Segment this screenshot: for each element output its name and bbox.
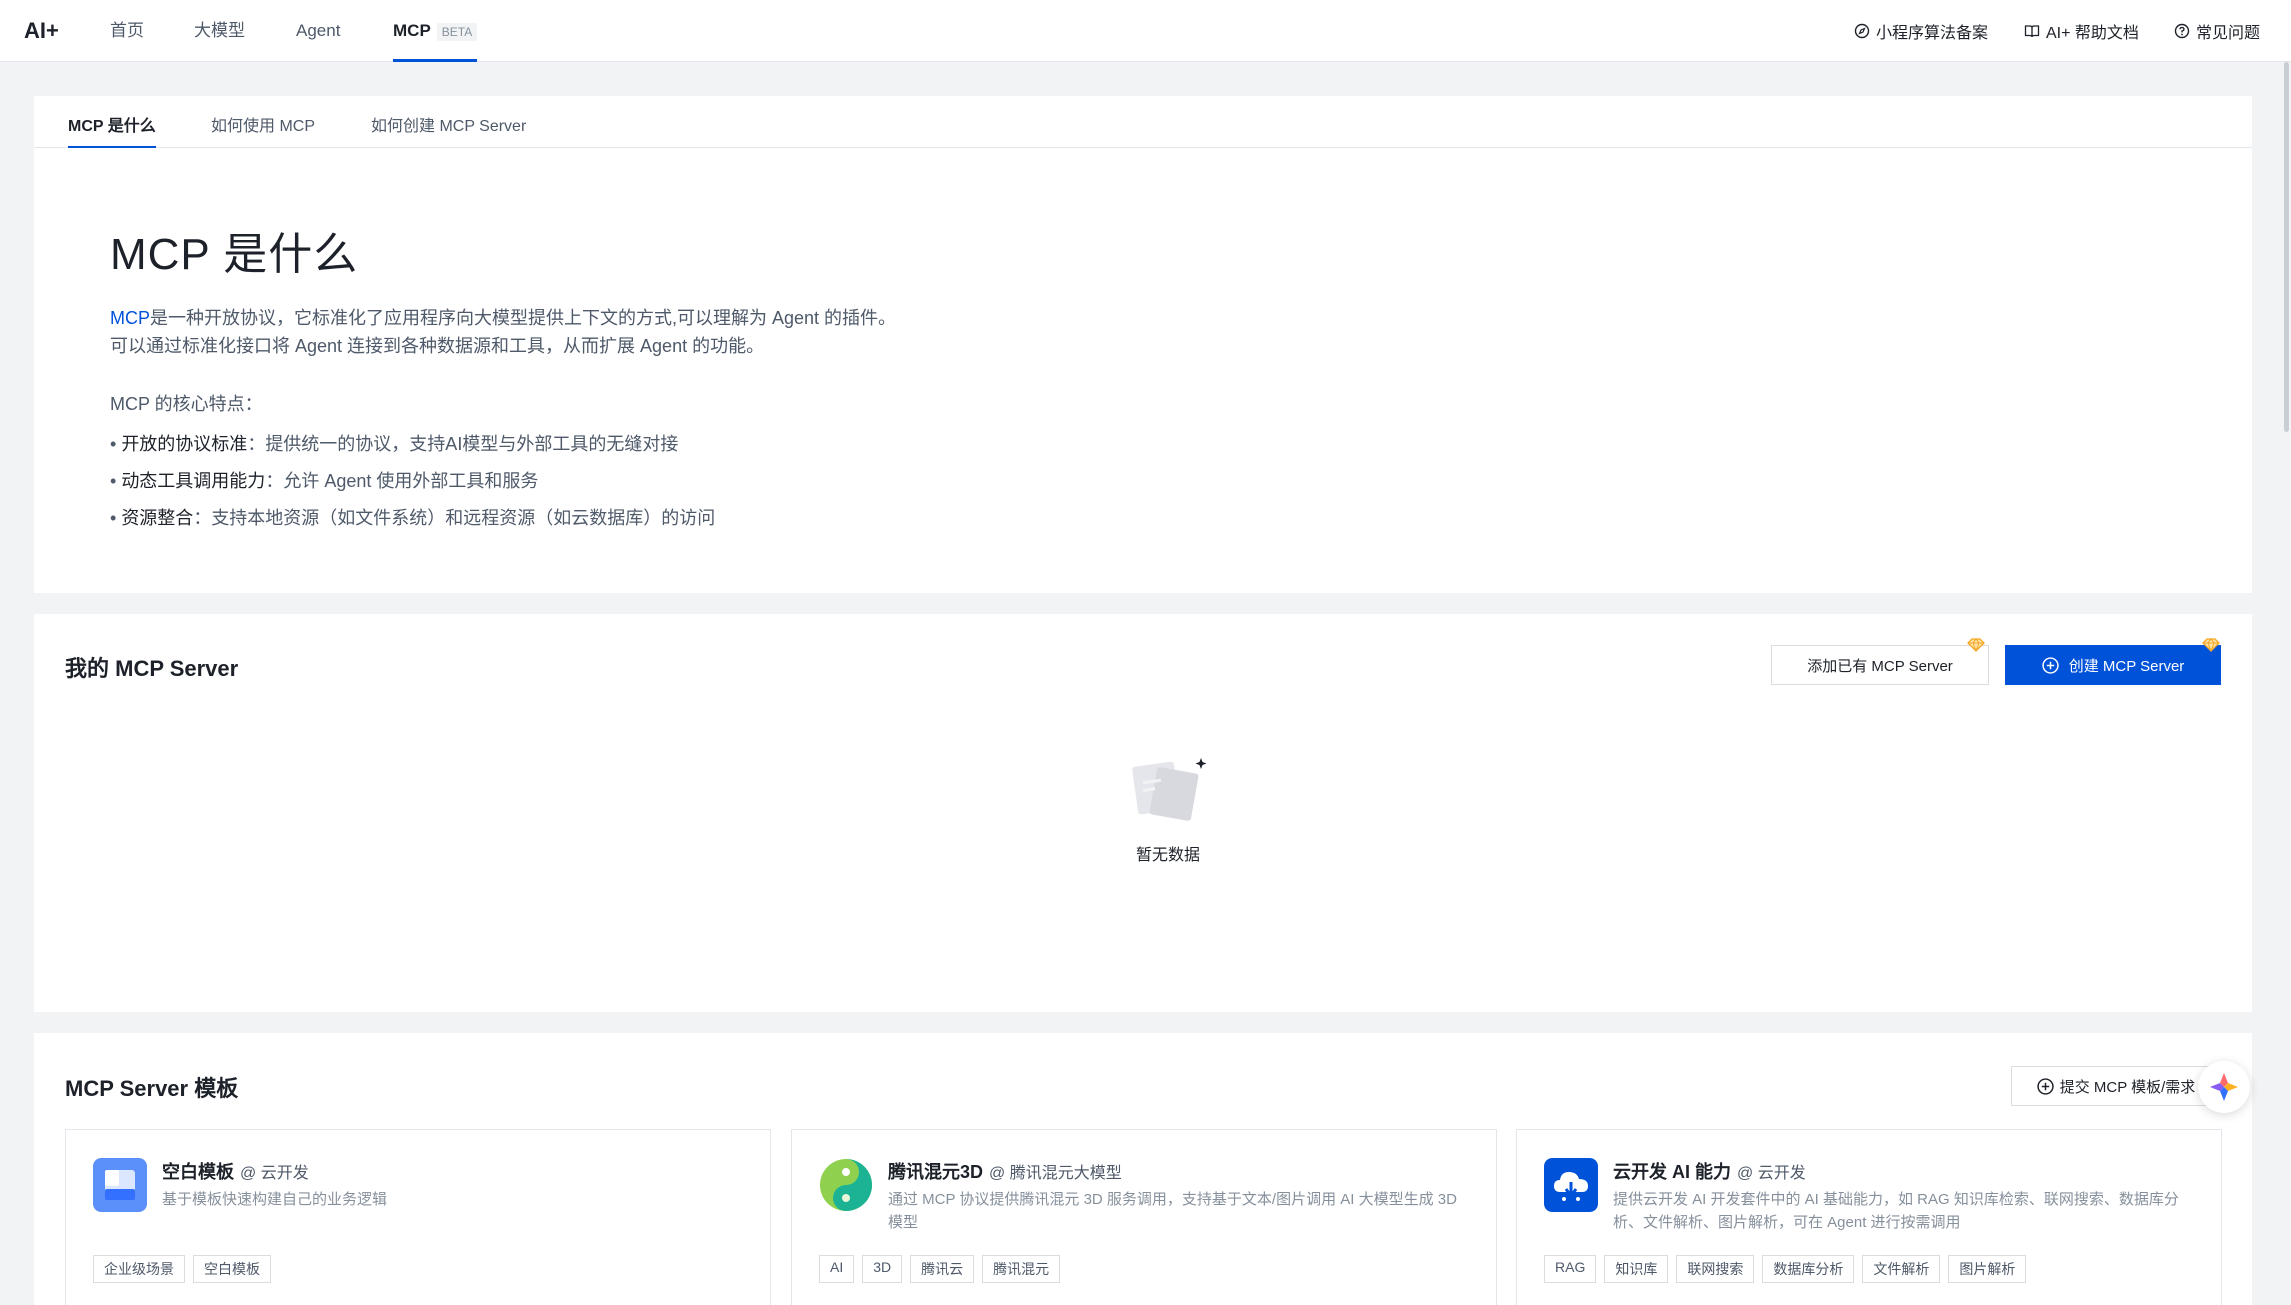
create-server-label: 创建 MCP Server: [2068, 657, 2185, 675]
nav-item-mcp-label: MCP: [393, 21, 431, 40]
nav-faq[interactable]: 常见问题: [2174, 0, 2260, 62]
logo[interactable]: AI+: [24, 18, 59, 44]
empty-docs-icon: [1132, 758, 1207, 821]
intro-card: MCP 是什么 如何使用 MCP 如何创建 MCP Server MCP 是什么…: [34, 96, 2252, 593]
feature-item: • 资源整合：支持本地资源（如文件系统）和远程资源（如云数据库）的访问: [110, 508, 716, 528]
mcp-link[interactable]: MCP: [110, 308, 150, 328]
tag: 图片解析: [1948, 1255, 2027, 1283]
tag: 腾讯云: [910, 1255, 975, 1283]
nav-algorithm-filing[interactable]: 小程序算法备案: [1854, 0, 1988, 62]
template-title: 云开发 AI 能力 @ 云开发: [1613, 1158, 1806, 1184]
nav-item-agent[interactable]: Agent: [296, 0, 340, 62]
intro-heading: MCP 是什么: [110, 230, 359, 279]
tab-how-to-use-mcp[interactable]: 如何使用 MCP: [211, 96, 315, 148]
tag: 数据库分析: [1762, 1255, 1855, 1283]
template-tags: 企业级场景 空白模板: [93, 1255, 271, 1283]
feature-name: 开放的协议标准: [121, 434, 248, 454]
compass-icon: [1854, 23, 1870, 39]
intro-line-2: 可以通过标准化接口将 Agent 连接到各种数据源和工具，从而扩展 Agent …: [110, 336, 765, 356]
template-owner: @ 腾讯混元大模型: [989, 1165, 1122, 1182]
tab-how-to-create-mcp-server[interactable]: 如何创建 MCP Server: [371, 96, 526, 148]
nav-item-models[interactable]: 大模型: [194, 0, 245, 62]
tag: RAG: [1544, 1255, 1597, 1283]
book-icon: [2024, 25, 2040, 38]
templates-card: MCP Server 模板 提交 MCP 模板/需求 空白模板 @ 云开发 基于模…: [34, 1033, 2252, 1305]
tag: 联网搜索: [1676, 1255, 1755, 1283]
beta-badge: BETA: [436, 23, 478, 41]
template-card-cloudbase-ai[interactable]: 云开发 AI 能力 @ 云开发 提供云开发 AI 开发套件中的 AI 基础能力，如…: [1516, 1129, 2222, 1305]
assistant-logo-icon: [2210, 1073, 2238, 1101]
plus-circle-icon: [2042, 656, 2059, 674]
intro-tabs: MCP 是什么 如何使用 MCP 如何创建 MCP Server: [34, 96, 2252, 148]
tag: 空白模板: [193, 1255, 271, 1283]
tag: 文件解析: [1862, 1255, 1941, 1283]
hunyuan-logo-icon: [820, 1159, 872, 1211]
empty-state: 暂无数据: [1088, 754, 1248, 865]
template-desc: 基于模板快速构建自己的业务逻辑: [162, 1191, 388, 1208]
assistant-float-button[interactable]: [2198, 1061, 2250, 1113]
nav-item-mcp[interactable]: MCP BETA: [393, 0, 478, 62]
template-owner: @ 云开发: [240, 1165, 309, 1182]
nav-help-docs[interactable]: AI+ 帮助文档: [2024, 0, 2139, 62]
features-title: MCP 的核心特点：: [110, 394, 263, 414]
create-server-button[interactable]: 创建 MCP Server: [2005, 645, 2221, 685]
template-desc: 通过 MCP 协议提供腾讯混元 3D 服务调用，支持基于文本/图片调用 AI 大…: [888, 1191, 1457, 1231]
template-name: 腾讯混元3D: [888, 1162, 984, 1182]
template-name: 云开发 AI 能力: [1613, 1162, 1732, 1182]
diamond-icon: [2202, 638, 2220, 652]
top-nav: AI+ 首页 大模型 Agent MCP BETA 小程序算法备案 AI+ 帮助文…: [0, 0, 2291, 62]
template-card-blank[interactable]: 空白模板 @ 云开发 基于模板快速构建自己的业务逻辑 企业级场景 空白模板: [65, 1129, 771, 1305]
template-name: 空白模板: [162, 1162, 234, 1182]
template-tags: RAG 知识库 联网搜索 数据库分析 文件解析 图片解析: [1544, 1255, 2027, 1283]
feature-desc: 支持本地资源（如文件系统）和远程资源（如云数据库）的访问: [211, 508, 716, 528]
nav-algorithm-filing-label: 小程序算法备案: [1876, 25, 1989, 42]
diamond-icon: [1967, 638, 1985, 652]
nav-item-home[interactable]: 首页: [110, 0, 144, 62]
template-desc: 提供云开发 AI 开发套件中的 AI 基础能力，如 RAG 知识库检索、联网搜索…: [1613, 1191, 2179, 1231]
template-tags: AI 3D 腾讯云 腾讯混元: [819, 1255, 1061, 1283]
intro-line-1-text: 是一种开放协议，它标准化了应用程序向大模型提供上下文的方式,可以理解为 Agen…: [150, 308, 897, 328]
template-owner: @ 云开发: [1737, 1165, 1806, 1182]
tag: 3D: [862, 1255, 903, 1283]
cloud-ai-icon: [1544, 1158, 1598, 1212]
tab-what-is-mcp[interactable]: MCP 是什么: [68, 96, 156, 148]
question-icon: [2174, 23, 2190, 39]
scrollbar-thumb[interactable]: [2284, 62, 2289, 432]
my-servers-card: 我的 MCP Server 添加已有 MCP Server 创建 MCP Ser…: [34, 614, 2252, 1012]
plus-circle-icon: [2037, 1077, 2054, 1095]
feature-name: 动态工具调用能力: [121, 471, 266, 491]
tag: 企业级场景: [93, 1255, 185, 1283]
feature-item: • 动态工具调用能力：允许 Agent 使用外部工具和服务: [110, 471, 539, 491]
blank-template-icon: [93, 1158, 147, 1212]
nav-faq-label: 常见问题: [2196, 25, 2261, 42]
templates-title: MCP Server 模板: [65, 1076, 239, 1101]
feature-desc: 提供统一的协议，支持AI模型与外部工具的无缝对接: [265, 434, 679, 454]
tag: 知识库: [1604, 1255, 1669, 1283]
template-title: 腾讯混元3D @ 腾讯混元大模型: [888, 1158, 1122, 1184]
template-card-hunyuan-3d[interactable]: 腾讯混元3D @ 腾讯混元大模型 通过 MCP 协议提供腾讯混元 3D 服务调用，…: [791, 1129, 1497, 1305]
intro-line-1: MCP是一种开放协议，它标准化了应用程序向大模型提供上下文的方式,可以理解为 A…: [110, 304, 1710, 332]
intro-content: MCP 是什么 MCP是一种开放协议，它标准化了应用程序向大模型提供上下文的方式…: [110, 218, 1710, 537]
feature-item: • 开放的协议标准：提供统一的协议，支持AI模型与外部工具的无缝对接: [110, 434, 679, 454]
add-existing-server-button[interactable]: 添加已有 MCP Server: [1771, 645, 1989, 685]
feature-name: 资源整合: [121, 508, 194, 528]
empty-text: 暂无数据: [1135, 847, 1200, 864]
feature-desc: 允许 Agent 使用外部工具和服务: [283, 471, 539, 491]
submit-template-label: 提交 MCP 模板/需求: [2059, 1078, 2196, 1096]
tag: AI: [819, 1255, 855, 1283]
tag: 腾讯混元: [982, 1255, 1061, 1283]
my-servers-title: 我的 MCP Server: [65, 656, 239, 681]
template-title: 空白模板 @ 云开发: [162, 1158, 309, 1184]
nav-help-docs-label: AI+ 帮助文档: [2046, 25, 2139, 42]
submit-template-button[interactable]: 提交 MCP 模板/需求: [2011, 1066, 2221, 1106]
